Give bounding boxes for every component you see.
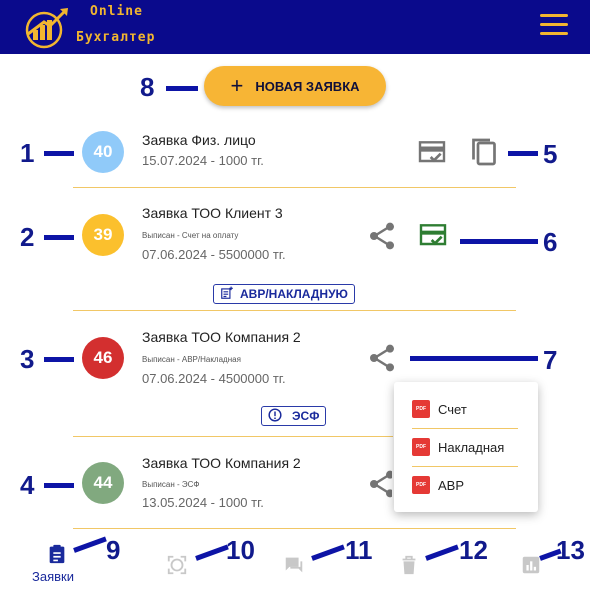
share-menu-item-avr[interactable]: PDF АВР xyxy=(412,476,464,494)
nav-requests-label[interactable]: Заявки xyxy=(32,569,74,584)
request-title: Заявка ТОО Компания 2 xyxy=(142,329,301,345)
annotation-12: 12 xyxy=(459,535,488,565)
nav-scan-icon[interactable] xyxy=(166,554,188,581)
pdf-icon: PDF xyxy=(412,438,430,456)
share-menu-item-waybill[interactable]: PDF Накладная xyxy=(412,438,504,456)
request-date-amount: 15.07.2024 - 1000 тг. xyxy=(142,153,264,168)
annotation-5: 5 xyxy=(543,139,558,169)
share-menu-item-invoice[interactable]: PDF Счет xyxy=(412,400,467,418)
share-icon[interactable] xyxy=(366,220,398,257)
annotation-6: 6 xyxy=(543,227,558,257)
annotation-11: 11 xyxy=(345,535,373,565)
row-divider xyxy=(73,310,516,311)
row-divider xyxy=(73,528,516,529)
menu-divider xyxy=(412,428,518,429)
annotation-1: 1 xyxy=(20,138,35,168)
annotation-9: 9 xyxy=(106,535,121,565)
row-divider xyxy=(73,436,393,437)
share-icon[interactable] xyxy=(366,468,392,505)
annotation-7: 7 xyxy=(543,345,558,375)
brand-name-line2: Бухгалтер xyxy=(76,30,156,45)
request-date-amount: 07.06.2024 - 4500000 тг. xyxy=(142,371,286,386)
request-number-badge: 39 xyxy=(82,214,124,256)
document-add-icon xyxy=(220,286,234,303)
annotation-13: 13 xyxy=(556,535,585,565)
annotation-8-pointer xyxy=(166,86,198,91)
request-number-badge: 40 xyxy=(82,131,124,173)
plus-icon: + xyxy=(230,73,244,98)
annotation-6-pointer xyxy=(460,239,538,244)
create-esf-button[interactable]: ЭСФ xyxy=(261,406,327,426)
request-number-badge: 46 xyxy=(82,337,124,379)
request-date-amount: 07.06.2024 - 5500000 тг. xyxy=(142,247,286,262)
invoice-check-icon[interactable] xyxy=(416,137,448,174)
request-title: Заявка ТОО Клиент 3 xyxy=(142,205,283,221)
nav-requests-icon[interactable] xyxy=(46,543,68,570)
nav-chat-icon[interactable] xyxy=(283,554,305,581)
alert-icon xyxy=(268,407,282,425)
annotation-3-pointer xyxy=(44,357,74,362)
request-status: Выписан - Счет на оплату xyxy=(142,231,239,240)
app-header xyxy=(0,0,590,54)
share-popup-menu: PDF Счет PDF Накладная PDF АВР xyxy=(394,382,538,512)
copy-icon[interactable] xyxy=(466,134,502,175)
share-menu-item-label: АВР xyxy=(438,477,465,493)
pdf-icon: PDF xyxy=(412,476,430,494)
annotation-10: 10 xyxy=(226,535,255,565)
request-status: Выписан - АВР/Накладная xyxy=(142,355,241,364)
brand-name-line1: Online xyxy=(90,4,143,19)
create-avr-label: АВР/НАКЛАДНУЮ xyxy=(240,287,348,301)
create-esf-label: ЭСФ xyxy=(292,409,320,423)
share-icon[interactable] xyxy=(366,342,398,379)
share-menu-item-label: Накладная xyxy=(438,439,505,455)
annotation-5-pointer xyxy=(508,151,538,156)
annotation-1-pointer xyxy=(44,151,74,156)
menu-divider xyxy=(412,466,518,467)
annotation-2-pointer xyxy=(44,235,74,240)
new-request-label: НОВАЯ ЗАЯВКА xyxy=(255,78,360,94)
request-date-amount: 13.05.2024 - 1000 тг. xyxy=(142,495,264,510)
invoice-check-icon-active[interactable] xyxy=(416,220,450,257)
nav-delete-icon[interactable] xyxy=(398,554,420,581)
nav-reports-icon[interactable] xyxy=(520,554,542,581)
row-divider xyxy=(73,187,516,188)
create-avr-invoice-button[interactable]: АВР/НАКЛАДНУЮ xyxy=(213,284,355,304)
annotation-4: 4 xyxy=(20,470,35,500)
logo-icon xyxy=(20,4,72,50)
request-title: Заявка Физ. лицо xyxy=(142,132,256,148)
hamburger-menu-icon[interactable] xyxy=(540,14,568,38)
request-number-badge: 44 xyxy=(82,462,124,504)
annotation-7-pointer xyxy=(410,356,538,361)
request-title: Заявка ТОО Компания 2 xyxy=(142,455,301,471)
new-request-button[interactable]: + НОВАЯ ЗАЯВКА xyxy=(204,66,386,106)
annotation-4-pointer xyxy=(44,483,74,488)
annotation-3: 3 xyxy=(20,344,35,374)
annotation-2: 2 xyxy=(20,222,35,252)
annotation-8: 8 xyxy=(140,72,155,102)
request-status: Выписан - ЭСФ xyxy=(142,480,200,489)
pdf-icon: PDF xyxy=(412,400,430,418)
share-menu-item-label: Счет xyxy=(438,401,467,417)
